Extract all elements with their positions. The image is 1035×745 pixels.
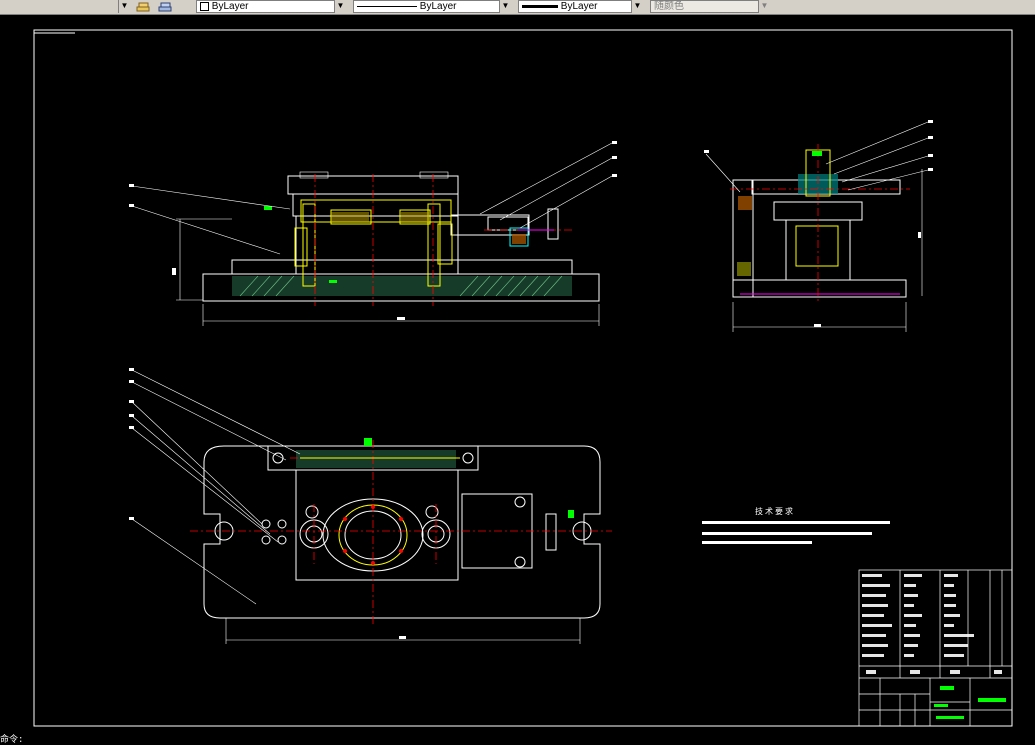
lineweight-preview-icon xyxy=(522,4,558,8)
color-select-value: ByLayer xyxy=(211,1,249,12)
color-select[interactable]: ByLayer xyxy=(196,0,346,13)
command-line[interactable]: 命令: xyxy=(0,736,1035,745)
linetype-dropdown-arrow[interactable]: ▼ xyxy=(499,0,511,13)
command-prompt: 命令: xyxy=(0,735,24,745)
drawing-canvas[interactable]: 技术要求 xyxy=(0,14,1035,736)
layer-previous-icon[interactable] xyxy=(158,0,172,12)
plotstyle-select[interactable]: 随颜色 xyxy=(650,0,770,13)
title-block-rows xyxy=(862,574,1002,674)
layer-stack-icon[interactable] xyxy=(136,0,150,12)
linetype-preview-icon xyxy=(357,5,417,7)
properties-toolbar: ▼ ByLayer ▼ ByLayer ▼ ByLayer ▼ 随颜色 ▼ xyxy=(0,0,1035,15)
drawing-frame xyxy=(33,29,1013,727)
front-view xyxy=(129,141,617,326)
linetype-select[interactable]: ByLayer xyxy=(353,0,511,13)
lineweight-select[interactable]: ByLayer xyxy=(518,0,643,13)
tech-req-title: 技术要求 xyxy=(755,506,795,516)
drawing-svg[interactable]: 技术要求 xyxy=(0,14,1035,736)
color-swatch-icon xyxy=(200,1,209,11)
technical-requirements: 技术要求 xyxy=(702,506,890,544)
side-view xyxy=(704,120,933,332)
linetype-select-value: ByLayer xyxy=(419,1,457,12)
top-view xyxy=(129,368,612,644)
plotstyle-select-value: 随颜色 xyxy=(654,1,684,12)
title-block xyxy=(858,569,1013,727)
layer-dropdown-arrow[interactable]: ▼ xyxy=(118,0,130,13)
color-dropdown-arrow[interactable]: ▼ xyxy=(334,0,346,13)
lineweight-select-value: ByLayer xyxy=(560,1,598,12)
plotstyle-dropdown-arrow[interactable]: ▼ xyxy=(758,0,770,13)
lineweight-dropdown-arrow[interactable]: ▼ xyxy=(631,0,643,13)
